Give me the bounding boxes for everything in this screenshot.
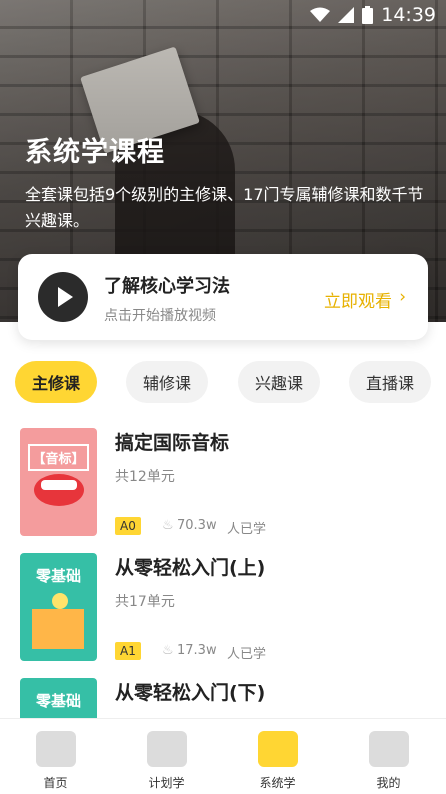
clipboard-icon	[147, 731, 187, 767]
page-description: 全套课包括9个级别的主修课、17门专属辅修课和数千节兴趣课。	[25, 185, 424, 230]
intro-video-card[interactable]: 了解核心学习法 点击开始播放视频 立即观看 ›	[18, 254, 428, 340]
page-title: 系统学课程	[25, 137, 165, 168]
course-title: 从零轻松入门(上)	[115, 557, 266, 579]
status-time: 14:39	[381, 4, 436, 26]
tab-live[interactable]: 直播课	[349, 361, 431, 403]
chevron-right-icon: ›	[399, 287, 406, 307]
cover-text: 零基础	[35, 567, 81, 585]
signal-icon	[338, 7, 355, 23]
nav-label: 计划学	[148, 776, 185, 790]
nav-label: 系统学	[259, 776, 296, 790]
cover-text: 【音标】	[28, 444, 89, 471]
course-cover: 零基础	[20, 553, 97, 661]
cover-text: 零基础	[35, 692, 81, 710]
course-units: 共12单元	[115, 469, 175, 485]
tab-interest[interactable]: 兴趣课	[238, 361, 320, 403]
cube-illustration	[32, 609, 84, 649]
mouth-illustration	[34, 474, 84, 506]
tab-major[interactable]: 主修课	[15, 361, 97, 403]
status-bar: 14:39	[0, 0, 446, 30]
level-badge: A0	[115, 517, 141, 535]
nav-mine[interactable]: 我的	[333, 719, 444, 794]
watch-now-link[interactable]: 立即观看	[324, 287, 392, 312]
wifi-icon	[310, 7, 331, 23]
level-badge: A1	[115, 642, 141, 660]
course-units: 共17单元	[115, 594, 175, 610]
video-subtitle: 点击开始播放视频	[104, 308, 216, 324]
bottom-nav: 首页 计划学 系统学 我的	[0, 718, 446, 794]
video-title: 了解核心学习法	[104, 276, 230, 297]
learned-label: 人已学	[227, 522, 267, 537]
grid-book-icon	[258, 731, 298, 767]
person-icon	[369, 731, 409, 767]
nav-label: 我的	[376, 776, 401, 790]
list-item[interactable]: 零基础 从零轻松入门(上) 共17单元 A1 ♨ 17.3w 人已学	[0, 553, 446, 673]
course-title: 搞定国际音标	[115, 432, 230, 454]
book-icon	[36, 731, 76, 767]
lightbulb-illustration	[52, 593, 68, 609]
nav-plan[interactable]: 计划学	[111, 719, 222, 794]
nav-label: 首页	[43, 776, 68, 790]
list-item[interactable]: 【音标】 搞定国际音标 共12单元 A0 ♨ 70.3w 人已学	[0, 428, 446, 548]
battery-icon	[362, 6, 374, 24]
course-cover: 【音标】	[20, 428, 97, 536]
learner-count: 70.3w	[177, 518, 217, 533]
fire-icon: ♨	[162, 643, 174, 658]
nav-home[interactable]: 首页	[0, 719, 111, 794]
learner-count: 17.3w	[177, 643, 217, 658]
course-title: 从零轻松入门(下)	[115, 682, 266, 704]
fire-icon: ♨	[162, 518, 174, 533]
nav-system[interactable]: 系统学	[222, 719, 333, 794]
tab-minor[interactable]: 辅修课	[126, 361, 208, 403]
play-icon[interactable]	[38, 272, 88, 322]
learned-label: 人已学	[227, 647, 267, 662]
